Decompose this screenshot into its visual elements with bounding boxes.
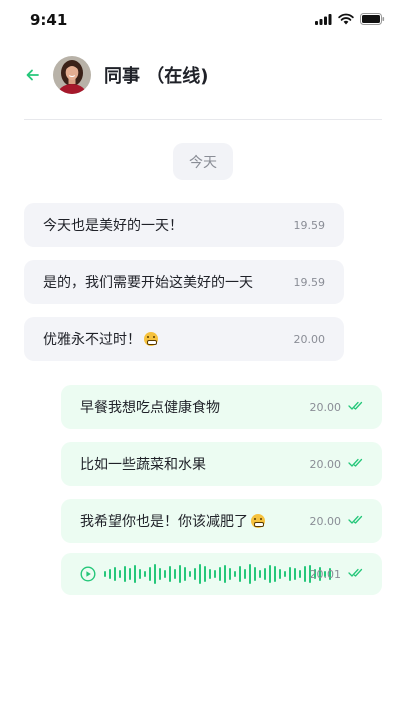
waveform-bar bbox=[169, 566, 171, 582]
waveform-bar bbox=[219, 567, 221, 581]
waveform-bar bbox=[204, 566, 206, 582]
message-text: 是的，我们需要开始这美好的一天 bbox=[43, 275, 253, 291]
message-time: 20.00 bbox=[309, 514, 342, 528]
waveform-bar bbox=[104, 571, 106, 577]
chat-title: 同事 （在线) bbox=[104, 66, 209, 87]
waveform-bar bbox=[159, 568, 161, 580]
double-check-icon bbox=[348, 568, 363, 577]
incoming-message[interactable]: 今天也是美好的一天！ 19.59 bbox=[24, 203, 344, 247]
waveform-bar bbox=[114, 567, 116, 581]
waveform-icon bbox=[104, 564, 331, 584]
back-button[interactable] bbox=[22, 64, 44, 86]
message-time: 19.59 bbox=[293, 218, 326, 232]
message-content: 我希望你也是！你该减肥了 bbox=[80, 511, 265, 531]
waveform-bar bbox=[249, 564, 251, 584]
status-time: 9:41 bbox=[30, 11, 68, 29]
message-time: 19.59 bbox=[293, 275, 326, 289]
status-bar: 9:41 bbox=[0, 0, 405, 40]
outgoing-message[interactable]: 比如一些蔬菜和水果 20.00 bbox=[61, 442, 382, 486]
back-arrow-icon bbox=[26, 69, 39, 81]
avatar[interactable] bbox=[53, 56, 91, 94]
waveform-bar bbox=[259, 570, 261, 578]
signal-icon bbox=[315, 13, 332, 25]
avatar-image bbox=[53, 56, 91, 94]
waveform-bar bbox=[134, 565, 136, 583]
waveform-bar bbox=[189, 571, 191, 577]
waveform-bar bbox=[234, 571, 236, 577]
waveform-bar bbox=[129, 568, 131, 580]
waveform-bar bbox=[289, 567, 291, 581]
waveform-bar bbox=[199, 564, 201, 584]
message-text: 今天也是美好的一天！ bbox=[43, 218, 183, 234]
waveform-bar bbox=[214, 570, 216, 578]
waveform-bar bbox=[304, 566, 306, 582]
message-time: 20.00 bbox=[309, 457, 342, 471]
message-time: 20.00 bbox=[293, 332, 326, 346]
play-icon[interactable] bbox=[80, 566, 96, 582]
double-check-icon bbox=[348, 458, 363, 467]
waveform-bar bbox=[174, 569, 176, 579]
chat-header: 同事 （在线) bbox=[0, 52, 405, 98]
voice-message[interactable]: 20.01 bbox=[61, 553, 382, 595]
waveform-bar bbox=[209, 569, 211, 579]
grinning-emoji-icon bbox=[144, 332, 158, 346]
waveform-bar bbox=[244, 569, 246, 579]
incoming-message[interactable]: 是的，我们需要开始这美好的一天 19.59 bbox=[24, 260, 344, 304]
date-chip: 今天 bbox=[173, 143, 233, 180]
waveform-bar bbox=[294, 568, 296, 580]
battery-icon bbox=[360, 13, 385, 25]
outgoing-message[interactable]: 我希望你也是！你该减肥了 20.00 bbox=[61, 499, 382, 543]
waveform-bar bbox=[164, 570, 166, 578]
outgoing-message[interactable]: 早餐我想吃点健康食物 20.00 bbox=[61, 385, 382, 429]
header-divider bbox=[24, 119, 382, 120]
waveform-bar bbox=[264, 568, 266, 580]
waveform-bar bbox=[119, 570, 121, 578]
waveform-bar bbox=[274, 566, 276, 582]
waveform-bar bbox=[254, 567, 256, 581]
waveform-bar bbox=[269, 565, 271, 583]
waveform-bar bbox=[179, 565, 181, 583]
waveform-bar bbox=[154, 564, 156, 584]
waveform-bar bbox=[279, 569, 281, 579]
double-check-icon bbox=[348, 401, 363, 410]
message-text: 比如一些蔬菜和水果 bbox=[80, 457, 206, 473]
waveform-bar bbox=[149, 567, 151, 581]
wifi-icon bbox=[338, 13, 354, 25]
waveform-bar bbox=[299, 570, 301, 578]
waveform-bar bbox=[184, 567, 186, 581]
waveform-bar bbox=[194, 568, 196, 580]
waveform-bar bbox=[224, 565, 226, 583]
waveform-bar bbox=[109, 569, 111, 579]
waveform-bar bbox=[239, 566, 241, 582]
waveform-bar bbox=[139, 569, 141, 579]
message-time: 20.01 bbox=[309, 567, 342, 581]
waveform-bar bbox=[144, 571, 146, 577]
double-check-icon bbox=[348, 515, 363, 524]
message-content: 优雅永不过时！ bbox=[43, 329, 158, 349]
waveform-bar bbox=[124, 566, 126, 582]
waveform-bar bbox=[284, 571, 286, 577]
message-time: 20.00 bbox=[309, 400, 342, 414]
grinning-emoji-icon bbox=[251, 514, 265, 528]
waveform-bar bbox=[229, 568, 231, 580]
message-text: 早餐我想吃点健康食物 bbox=[80, 400, 220, 416]
incoming-message[interactable]: 优雅永不过时！ 20.00 bbox=[24, 317, 344, 361]
message-text: 我希望你也是！你该减肥了 bbox=[80, 514, 248, 530]
status-icons bbox=[315, 13, 385, 25]
message-text: 优雅永不过时！ bbox=[43, 332, 141, 348]
